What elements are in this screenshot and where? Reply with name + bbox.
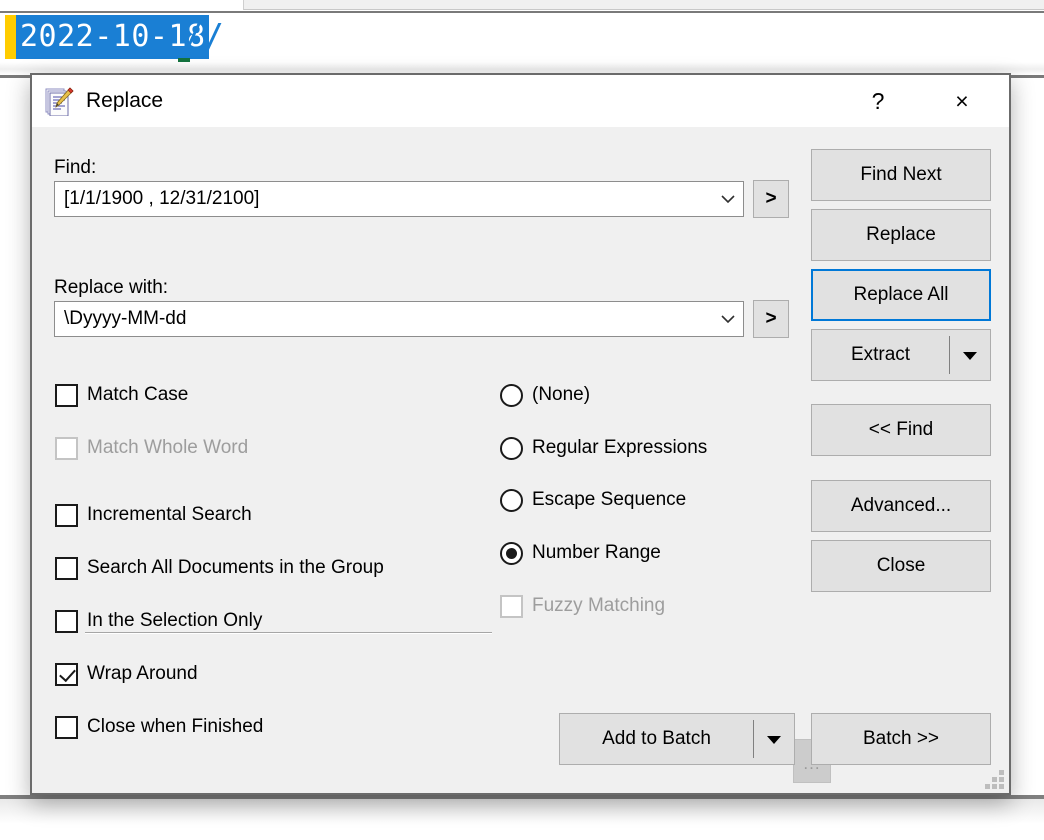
dialog-title: Replace bbox=[86, 89, 164, 112]
checkbox-label: Close when Finished bbox=[87, 716, 264, 737]
editor-status-region bbox=[0, 795, 1044, 840]
checkbox-box[interactable] bbox=[55, 503, 78, 527]
resize-grip[interactable] bbox=[985, 769, 1005, 789]
find-label: Find: bbox=[54, 157, 97, 178]
radio-circle[interactable] bbox=[500, 383, 523, 407]
batch-button[interactable]: Batch >> bbox=[811, 713, 991, 765]
find-next-button[interactable]: Find Next bbox=[811, 149, 991, 201]
close-button[interactable]: Close bbox=[811, 540, 991, 592]
editor-document-area[interactable]: 2022-10-18 // bbox=[0, 11, 1044, 70]
find-expand-button[interactable]: > bbox=[753, 180, 789, 218]
extract-button-label[interactable]: Extract bbox=[812, 330, 949, 380]
checkbox-label: In the Selection Only bbox=[87, 610, 263, 631]
find-input[interactable]: [1/1/1900 , 12/31/2100] bbox=[55, 188, 713, 210]
editor-change-margin-bar bbox=[5, 15, 16, 59]
checkbox-box[interactable] bbox=[55, 383, 78, 407]
dialog-title-bar[interactable]: Replace ? × bbox=[32, 75, 1009, 127]
replace-label: Replace with: bbox=[54, 277, 169, 298]
replace-all-button[interactable]: Replace All bbox=[811, 269, 991, 321]
notepad-pencil-icon bbox=[44, 86, 74, 117]
checkbox-box[interactable] bbox=[55, 609, 78, 633]
add-to-batch-split-button[interactable]: Add to Batch bbox=[559, 713, 795, 765]
dialog-client-area: Find: [1/1/1900 , 12/31/2100] > Replace … bbox=[32, 127, 1009, 793]
find-toggle-button[interactable]: << Find bbox=[811, 404, 991, 456]
radio-circle[interactable] bbox=[500, 488, 523, 512]
editor-toolbar-strip bbox=[243, 0, 1044, 10]
radio-label: Regular Expressions bbox=[532, 437, 708, 458]
checkbox-close-when-finished[interactable]: Close when Finished bbox=[55, 714, 263, 740]
radio-circle[interactable] bbox=[500, 436, 523, 460]
radio-label: Number Range bbox=[532, 542, 661, 563]
checkbox-match-whole-word: Match Whole Word bbox=[55, 435, 248, 461]
checkbox-label: Wrap Around bbox=[87, 663, 198, 684]
chevron-down-icon[interactable] bbox=[950, 330, 990, 380]
checkbox-box[interactable] bbox=[55, 662, 78, 686]
checkbox-label: Fuzzy Matching bbox=[532, 595, 666, 616]
replace-button[interactable]: Replace bbox=[811, 209, 991, 261]
checkbox-label: Match Case bbox=[87, 384, 189, 405]
editor-selected-text[interactable]: 2022-10-18 bbox=[16, 15, 209, 59]
radio-escape-sequence[interactable]: Escape Sequence bbox=[500, 487, 686, 513]
radio-regular-expressions[interactable]: Regular Expressions bbox=[500, 435, 707, 461]
close-icon[interactable]: × bbox=[933, 75, 991, 127]
checkbox-box bbox=[55, 436, 78, 460]
help-button[interactable]: ? bbox=[849, 75, 907, 127]
chevron-down-icon[interactable] bbox=[713, 194, 743, 204]
editor-eol-marker: // bbox=[183, 17, 224, 57]
chevron-down-icon[interactable] bbox=[754, 714, 794, 764]
radio-circle[interactable] bbox=[500, 541, 523, 565]
replace-input[interactable]: \Dyyyy-MM-dd bbox=[55, 308, 713, 330]
chevron-down-icon[interactable] bbox=[713, 314, 743, 324]
replace-combobox[interactable]: \Dyyyy-MM-dd bbox=[54, 301, 744, 337]
checkbox-wrap-around[interactable]: Wrap Around bbox=[55, 661, 198, 687]
checkbox-search-all-documents[interactable]: Search All Documents in the Group bbox=[55, 555, 384, 581]
replace-dialog: Replace ? × Find: [1/1/1900 , 12/31/2100… bbox=[30, 73, 1011, 795]
replace-expand-button[interactable]: > bbox=[753, 300, 789, 338]
checkbox-incremental-search[interactable]: Incremental Search bbox=[55, 502, 252, 528]
checkbox-box[interactable] bbox=[55, 715, 78, 739]
checkbox-label: Match Whole Word bbox=[87, 437, 249, 458]
checkbox-label: Incremental Search bbox=[87, 504, 252, 525]
checkbox-label: Search All Documents in the Group bbox=[87, 557, 384, 578]
checkbox-box[interactable] bbox=[55, 556, 78, 580]
radio-label: Escape Sequence bbox=[532, 489, 687, 510]
radio-none[interactable]: (None) bbox=[500, 382, 590, 408]
find-combobox[interactable]: [1/1/1900 , 12/31/2100] bbox=[54, 181, 744, 217]
checkbox-fuzzy-matching: Fuzzy Matching bbox=[500, 593, 665, 619]
extract-split-button[interactable]: Extract bbox=[811, 329, 991, 381]
radio-label: (None) bbox=[532, 384, 591, 405]
checkbox-in-the-selection-only[interactable]: In the Selection Only bbox=[55, 608, 262, 634]
add-to-batch-label[interactable]: Add to Batch bbox=[560, 714, 753, 764]
radio-number-range[interactable]: Number Range bbox=[500, 540, 661, 566]
checkbox-match-case[interactable]: Match Case bbox=[55, 382, 188, 408]
advanced-button[interactable]: Advanced... bbox=[811, 480, 991, 532]
checkbox-box bbox=[500, 594, 523, 618]
